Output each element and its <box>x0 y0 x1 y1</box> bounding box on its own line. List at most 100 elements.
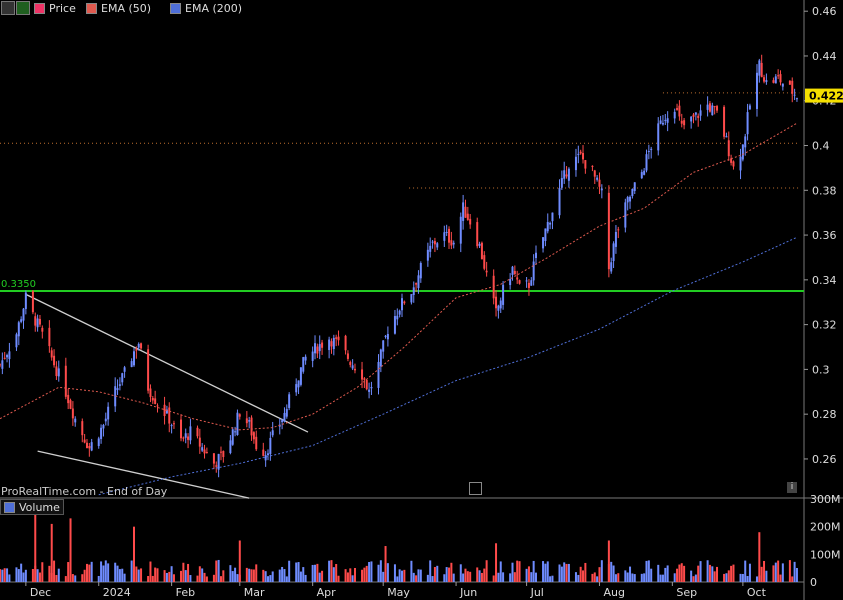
volume-bar <box>781 563 784 582</box>
candle-body <box>368 389 371 392</box>
candle-body <box>419 262 422 279</box>
candle-body <box>692 114 695 117</box>
y-tick-label: 0.38 <box>812 184 837 197</box>
volume-bar <box>189 575 192 582</box>
candle-body <box>386 334 389 340</box>
candle-body <box>50 350 53 358</box>
candle-body <box>215 465 218 467</box>
volume-bar <box>314 564 317 582</box>
candle-body <box>478 243 481 246</box>
volume-bar <box>100 561 103 582</box>
candle-body <box>788 80 791 85</box>
volume-bar <box>368 561 371 582</box>
candle-body <box>116 388 119 391</box>
candle-body <box>377 361 380 388</box>
candle-body <box>222 450 225 458</box>
expand-chart-button[interactable] <box>16 1 30 15</box>
volume-bar <box>24 569 27 582</box>
candle-body <box>598 179 601 187</box>
candle-body <box>332 337 335 350</box>
volume-bar <box>229 565 232 582</box>
volume-bar <box>8 574 11 582</box>
candle-body <box>123 367 126 372</box>
volume-bar <box>203 572 206 582</box>
volume-bar <box>525 568 528 582</box>
volume-bar <box>723 573 726 582</box>
watermark: ProRealTime.com - End of Day <box>1 485 168 498</box>
candle-body <box>631 188 634 197</box>
candle-body <box>640 172 643 179</box>
volume-bar <box>419 569 422 582</box>
volume-bar <box>748 563 751 582</box>
candle-body <box>497 305 500 311</box>
volume-bar <box>744 560 747 582</box>
candle-body <box>657 123 660 151</box>
volume-bar <box>478 570 481 582</box>
volume-bar <box>739 573 742 582</box>
volume-bar <box>107 563 110 582</box>
volume-bar <box>149 561 152 582</box>
volume-bar <box>1 569 4 582</box>
legend-ema200-swatch <box>170 2 181 14</box>
volume-bar <box>386 563 389 582</box>
candle-body <box>758 60 761 76</box>
volume-bar <box>469 571 472 582</box>
volume-bar <box>299 571 302 582</box>
volume-bar <box>398 569 401 582</box>
candle-body <box>725 136 728 138</box>
x-tick-label: Dec <box>30 586 51 599</box>
volume-bar <box>779 574 782 582</box>
candle-body <box>262 449 265 456</box>
volume-bar <box>567 563 570 582</box>
volume-bar <box>763 560 766 582</box>
volume-bar <box>476 567 479 582</box>
volume-bar <box>118 569 121 582</box>
candle-body <box>252 432 255 440</box>
candle-body <box>182 437 185 439</box>
volume-bar <box>168 571 171 582</box>
candle-body <box>17 322 20 337</box>
candle-body <box>304 356 307 361</box>
volume-bar <box>69 518 72 582</box>
candle-body <box>3 357 6 359</box>
volume-bar <box>90 561 93 582</box>
candle-body <box>748 105 751 110</box>
candle-body <box>201 447 204 451</box>
volume-bar <box>267 576 269 582</box>
candle-body <box>574 156 577 171</box>
volume-bar <box>182 562 185 582</box>
candle-body <box>610 262 613 272</box>
candle-body <box>100 427 103 439</box>
info-icon[interactable]: i <box>787 482 797 493</box>
volume-bar <box>15 567 18 582</box>
volume-bar <box>791 576 794 582</box>
candle-body <box>730 158 733 163</box>
volume-bar <box>527 566 530 582</box>
volume-bar <box>485 560 488 582</box>
volume-bar <box>643 573 646 582</box>
volume-bar <box>716 566 719 582</box>
volume-bar <box>772 565 775 582</box>
candle-body <box>480 242 483 260</box>
calendar-icon[interactable] <box>469 482 482 495</box>
candle-body <box>140 343 143 349</box>
volume-bar <box>302 567 305 582</box>
candle-body <box>41 327 44 332</box>
volume-bar <box>661 574 664 582</box>
candle-body <box>711 105 714 116</box>
candle-body <box>67 394 70 404</box>
volume-bar <box>346 572 349 582</box>
volume-bar <box>64 576 67 582</box>
candle-body <box>172 423 175 425</box>
volume-bar <box>163 570 166 582</box>
candle-body <box>203 449 206 454</box>
volume-bar <box>765 570 768 582</box>
volume-bar <box>151 575 154 582</box>
volume-bar <box>633 574 636 582</box>
volume-bar <box>466 571 469 582</box>
candle-body <box>417 275 420 289</box>
close-chart-button[interactable] <box>1 1 15 15</box>
chart-canvas: 0.460.440.420.40.380.360.340.320.30.280.… <box>0 0 843 600</box>
candle-body <box>170 425 173 427</box>
volume-bar <box>631 573 634 582</box>
